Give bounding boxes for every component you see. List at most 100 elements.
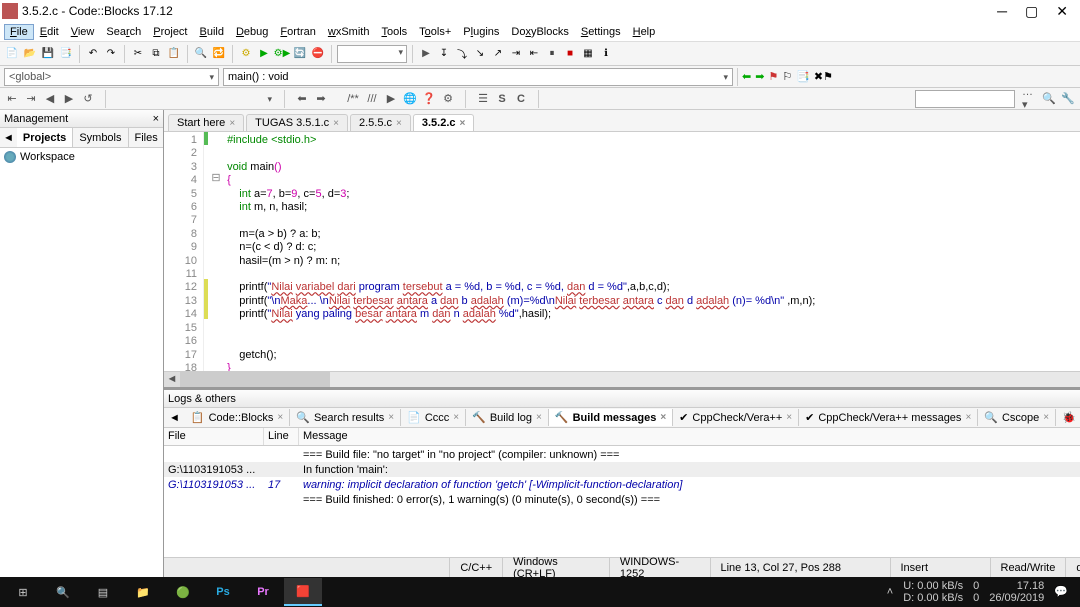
menu-debug[interactable]: Debug bbox=[230, 24, 274, 40]
code-text[interactable]: #include <stdio.h> void main() { int a=7… bbox=[224, 132, 1080, 371]
flag-red-icon[interactable]: ⚑ bbox=[768, 70, 778, 83]
code-editor[interactable]: 12345678910111213141516171819 ⊟ #include… bbox=[164, 132, 1080, 371]
tab-352c[interactable]: 3.5.2.c× bbox=[413, 114, 474, 131]
cut-icon[interactable]: ✂ bbox=[130, 46, 146, 62]
open-file-icon[interactable]: 📂 bbox=[22, 46, 38, 62]
search-icon[interactable]: 🔍 bbox=[1041, 91, 1057, 107]
logs-tab-cppcheck[interactable]: ✔ CppCheck/Vera++ × bbox=[673, 409, 799, 426]
break-icon[interactable]: ⏸ bbox=[544, 46, 560, 62]
logs-tab-buildlog[interactable]: 🔨 Build log × bbox=[466, 409, 549, 426]
log-row[interactable]: === Build finished: 0 error(s), 1 warnin… bbox=[164, 492, 1080, 507]
tray-notifications-icon[interactable]: 💬 bbox=[1054, 586, 1068, 598]
search-button[interactable]: 🔍 bbox=[44, 578, 82, 606]
abort-icon[interactable]: ⛔ bbox=[310, 46, 326, 62]
start-button[interactable]: ⊞ bbox=[4, 578, 42, 606]
menu-wxsmith[interactable]: wxSmith bbox=[322, 24, 376, 40]
close-icon[interactable]: × bbox=[333, 118, 339, 129]
tray-up-icon[interactable]: ˄ bbox=[887, 586, 893, 598]
logs-tab-search[interactable]: 🔍 Search results × bbox=[290, 409, 401, 426]
run-to-cursor-icon[interactable]: ↧ bbox=[436, 46, 452, 62]
workspace-item[interactable]: Workspace bbox=[4, 151, 159, 163]
codeblocks-button[interactable]: 🟥 bbox=[284, 578, 322, 606]
new-file-icon[interactable]: 📄 bbox=[4, 46, 20, 62]
build-icon[interactable]: ⚙ bbox=[238, 46, 254, 62]
fold-column[interactable]: ⊟ bbox=[208, 132, 224, 371]
flag-white-icon[interactable]: ⚐ bbox=[782, 70, 792, 83]
menu-project[interactable]: Project bbox=[147, 24, 193, 40]
next-instr-icon[interactable]: ⇥ bbox=[508, 46, 524, 62]
log-row[interactable]: === Build file: "no target" in "no proje… bbox=[164, 447, 1080, 462]
build-run-icon[interactable]: ⚙▶ bbox=[274, 46, 290, 62]
prev-bookmark-icon[interactable]: ⬅ bbox=[742, 70, 751, 83]
mgmt-tab-prev-icon[interactable]: ◄ bbox=[0, 128, 17, 147]
s-icon[interactable]: S bbox=[494, 91, 510, 107]
premiere-button[interactable]: Pr bbox=[244, 578, 282, 606]
log-row[interactable]: G:\1103191053 ...17warning: implicit dec… bbox=[164, 477, 1080, 492]
menu-search[interactable]: Search bbox=[100, 24, 147, 40]
next-func-icon[interactable]: ▶ bbox=[61, 91, 77, 107]
doxy-line-icon[interactable]: /// bbox=[364, 91, 380, 107]
c-icon[interactable]: C bbox=[513, 91, 529, 107]
menu-file[interactable]: File bbox=[4, 24, 34, 40]
search-settings-icon[interactable]: 🔧 bbox=[1060, 91, 1076, 107]
close-icon[interactable]: × bbox=[460, 118, 466, 129]
info-icon[interactable]: ℹ bbox=[598, 46, 614, 62]
menu-doxyblocks[interactable]: DoxyBlocks bbox=[505, 24, 574, 40]
taskview-button[interactable]: ▤ bbox=[84, 578, 122, 606]
flag-list-icon[interactable]: 📑 bbox=[796, 70, 810, 83]
logs-tab-cccc[interactable]: 📄 Cccc × bbox=[401, 409, 466, 426]
debug-windows-icon[interactable]: ▦ bbox=[580, 46, 596, 62]
photoshop-button[interactable]: Ps bbox=[204, 578, 242, 606]
logs-body[interactable]: === Build file: "no target" in "no proje… bbox=[164, 446, 1080, 557]
menu-edit[interactable]: Edit bbox=[34, 24, 65, 40]
logs-tab-cscope[interactable]: 🔍 Cscope × bbox=[978, 409, 1056, 426]
doxy-run-icon[interactable]: ▶ bbox=[383, 91, 399, 107]
logs-tab-debugger[interactable]: 🐞 Debugge bbox=[1056, 409, 1080, 426]
mgmt-tab-symbols[interactable]: Symbols bbox=[73, 128, 128, 147]
close-icon[interactable]: × bbox=[396, 118, 402, 129]
mgmt-tab-projects[interactable]: Projects bbox=[17, 128, 73, 147]
menu-plugins[interactable]: Plugins bbox=[457, 24, 505, 40]
select-icon[interactable]: ☰ bbox=[475, 91, 491, 107]
jump-back-icon[interactable]: ⇤ bbox=[4, 91, 20, 107]
log-row[interactable]: G:\1103191053 ...In function 'main': bbox=[164, 462, 1080, 477]
menu-help[interactable]: Help bbox=[627, 24, 662, 40]
save-all-icon[interactable]: 📑 bbox=[58, 46, 74, 62]
search-opts-icon[interactable]: …▾ bbox=[1022, 91, 1038, 107]
tray-clock[interactable]: 17.1826/09/2019 bbox=[989, 580, 1044, 604]
logs-tab-cppcheckmsg[interactable]: ✔ CppCheck/Vera++ messages × bbox=[799, 409, 978, 426]
doxy-block-icon[interactable]: /** bbox=[345, 91, 361, 107]
menu-tools[interactable]: Tools bbox=[375, 24, 413, 40]
debug-run-icon[interactable]: ▶ bbox=[418, 46, 434, 62]
redo-icon[interactable]: ↷ bbox=[103, 46, 119, 62]
scope-global-combo[interactable]: <global> bbox=[4, 68, 219, 86]
tab-start-here[interactable]: Start here× bbox=[168, 114, 244, 131]
save-icon[interactable]: 💾 bbox=[40, 46, 56, 62]
target-combo[interactable] bbox=[337, 45, 407, 63]
close-button[interactable]: ✕ bbox=[1056, 3, 1068, 20]
minimize-button[interactable]: ─ bbox=[997, 3, 1007, 20]
next-bookmark-icon[interactable]: ➡ bbox=[755, 70, 764, 83]
logs-tab-codeblocks[interactable]: 📋 Code::Blocks × bbox=[185, 409, 290, 426]
menu-build[interactable]: Build bbox=[194, 24, 230, 40]
prev-func-icon[interactable]: ◀ bbox=[42, 91, 58, 107]
doxy-chm-icon[interactable]: ❓ bbox=[421, 91, 437, 107]
maximize-button[interactable]: ▢ bbox=[1025, 3, 1038, 20]
step-instr-icon[interactable]: ⇤ bbox=[526, 46, 542, 62]
nav-combo[interactable] bbox=[115, 93, 275, 105]
last-change-icon[interactable]: ↺ bbox=[80, 91, 96, 107]
menu-settings[interactable]: Settings bbox=[575, 24, 627, 40]
explorer-button[interactable]: 📁 bbox=[124, 578, 162, 606]
management-close-icon[interactable]: × bbox=[153, 113, 159, 125]
jump-fwd-icon[interactable]: ⇥ bbox=[23, 91, 39, 107]
paste-icon[interactable]: 📋 bbox=[166, 46, 182, 62]
close-icon[interactable]: × bbox=[229, 118, 235, 129]
stop-icon[interactable]: ■ bbox=[562, 46, 578, 62]
run-icon[interactable]: ▶ bbox=[256, 46, 272, 62]
scope-function-combo[interactable]: main() : void bbox=[223, 68, 733, 86]
doxy-next-icon[interactable]: ➡ bbox=[313, 91, 329, 107]
replace-icon[interactable]: 🔁 bbox=[211, 46, 227, 62]
logs-tab-prev-icon[interactable]: ◄ bbox=[164, 410, 185, 426]
mgmt-tab-files[interactable]: Files bbox=[129, 128, 165, 147]
tab-255c[interactable]: 2.5.5.c× bbox=[350, 114, 411, 131]
